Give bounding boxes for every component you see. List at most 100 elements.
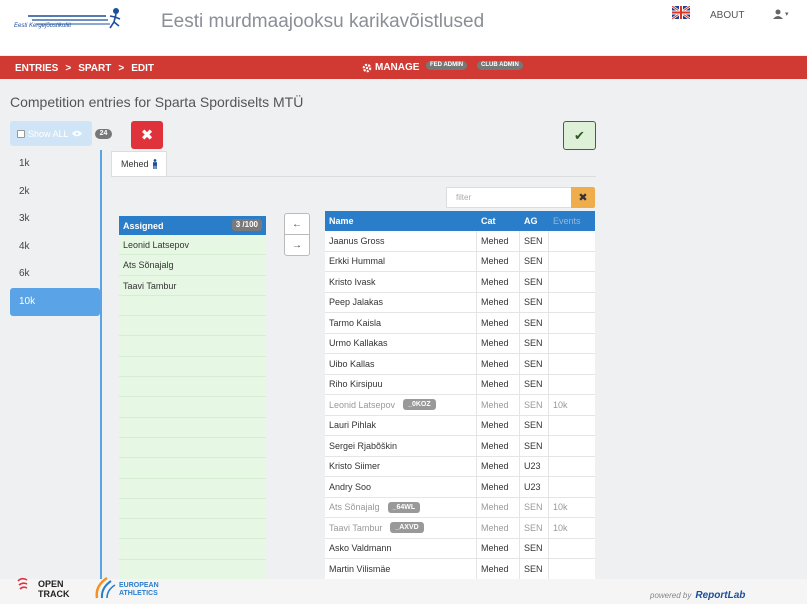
age-group-cell: SEN (520, 436, 549, 456)
table-row[interactable]: Leonid Latsepov _0KOZ Mehed SEN 10k (325, 395, 595, 416)
move-right-button[interactable]: → (285, 235, 309, 256)
table-row[interactable]: Peep Jalakas Mehed SEN (325, 292, 595, 313)
athlete-name-cell: Taavi Tambur _AXVD (325, 518, 477, 538)
tab-mehed[interactable]: Mehed (111, 151, 167, 176)
reportlab-brand[interactable]: ReportLab (695, 590, 745, 601)
about-link[interactable]: ABOUT (710, 10, 744, 21)
category-cell: Mehed (477, 497, 520, 517)
athlete-name-cell: Martin Vilismäe (325, 559, 477, 579)
table-row[interactable]: Kristo Ivask Mehed SEN (325, 272, 595, 293)
european-athletics-logo[interactable]: EUROPEAN ATHLETICS (93, 576, 173, 601)
assigned-row[interactable] (119, 296, 266, 317)
show-all-label: Show ALL (28, 128, 69, 139)
assigned-row[interactable] (119, 479, 266, 499)
assigned-row[interactable] (119, 357, 266, 378)
athlete-name: Andry Soo (329, 481, 372, 492)
assigned-row[interactable] (119, 316, 266, 337)
column-header-name[interactable]: Name (325, 216, 477, 226)
filter-input[interactable]: filter (446, 187, 571, 208)
table-row[interactable]: Tarmo Kaisla Mehed SEN (325, 313, 595, 334)
show-all-toggle[interactable]: Show ALL (10, 121, 92, 146)
breadcrumb-separator: > (118, 63, 125, 74)
confirm-button[interactable]: ✔ (563, 121, 596, 150)
athlete-name: Leonid Latsepov (329, 399, 396, 410)
table-row[interactable]: Taavi Tambur _AXVD Mehed SEN 10k (325, 518, 595, 539)
table-row[interactable]: Andry Soo Mehed U23 (325, 477, 595, 498)
table-row[interactable]: Jaanus Gross Mehed SEN (325, 231, 595, 252)
assigned-row[interactable]: Leonid Latsepov (119, 235, 266, 256)
assigned-row[interactable] (119, 438, 266, 459)
distance-item[interactable]: 4k (10, 233, 100, 261)
athlete-name-cell: Sergei Rjabõškin (325, 436, 477, 456)
column-header-ag[interactable]: AG (520, 216, 549, 226)
breadcrumb-edit[interactable]: EDIT (131, 63, 154, 74)
athlete-name-cell: Uibo Kallas (325, 354, 477, 374)
category-cell: Mehed (477, 538, 520, 558)
table-row[interactable]: Uibo Kallas Mehed SEN (325, 354, 595, 375)
athlete-name: Kristo Siimer (329, 461, 381, 472)
table-row[interactable]: Urmo Kallakas Mehed SEN (325, 333, 595, 354)
age-group-cell: SEN (520, 415, 549, 435)
age-group-cell: SEN (520, 538, 549, 558)
assigned-row[interactable]: Ats Sõnajalg (119, 255, 266, 276)
assigned-row[interactable] (119, 499, 266, 520)
distance-item[interactable]: 6k (10, 260, 100, 288)
assigned-row[interactable] (119, 377, 266, 398)
table-row[interactable]: Ats Sõnajalg _64WL Mehed SEN 10k (325, 497, 595, 518)
assigned-row[interactable] (119, 418, 266, 438)
category-cell: Mehed (477, 313, 520, 333)
column-header-cat[interactable]: Cat (477, 216, 520, 226)
distance-item-selected[interactable]: 10k (10, 287, 100, 316)
age-group-cell: SEN (520, 559, 549, 579)
user-menu[interactable]: ▾ (773, 9, 789, 19)
assigned-title: Assigned (123, 220, 164, 231)
table-row[interactable]: Martin Vilismäe Mehed SEN (325, 559, 595, 579)
category-cell: Mehed (477, 456, 520, 476)
assigned-row[interactable] (119, 336, 266, 357)
opentrack-logo[interactable]: OPEN TRACK (17, 577, 77, 599)
federation-logo[interactable] (26, 6, 122, 38)
distance-item[interactable]: 1k (10, 150, 100, 178)
table-row[interactable]: Riho Kirsipuu Mehed SEN (325, 374, 595, 395)
athlete-name-cell: Tarmo Kaisla (325, 313, 477, 333)
delete-button[interactable]: ✖ (131, 121, 163, 149)
distance-item[interactable]: 2k (10, 178, 100, 206)
table-row[interactable]: Asko Valdmann Mehed SEN (325, 538, 595, 559)
category-cell: Mehed (477, 272, 520, 292)
assigned-row[interactable] (119, 519, 266, 540)
athlete-name: Tarmo Kaisla (329, 317, 382, 328)
age-group-cell: SEN (520, 313, 549, 333)
assigned-row[interactable]: Taavi Tambur (119, 276, 266, 296)
column-header-events[interactable]: Events (549, 216, 595, 226)
page-title: Competition entries for Sparta Spordisel… (10, 94, 304, 110)
category-cell: Mehed (477, 415, 520, 435)
show-all-checkbox[interactable] (17, 129, 25, 138)
athlete-name: Lauri Pihlak (329, 420, 377, 431)
move-left-button[interactable]: ← (285, 214, 309, 235)
events-cell: 10k (553, 399, 568, 410)
breadcrumb-spart[interactable]: SPART (78, 63, 111, 74)
table-row[interactable]: Lauri Pihlak Mehed SEN (325, 415, 595, 436)
table-row[interactable]: Erkki Hummal Mehed SEN (325, 251, 595, 272)
table-row[interactable]: Sergei Rjabõškin Mehed SEN (325, 436, 595, 457)
assigned-row[interactable] (119, 397, 266, 418)
uk-flag-icon[interactable] (672, 6, 690, 19)
athlete-name-cell: Kristo Siimer (325, 456, 477, 476)
category-cell: Mehed (477, 518, 520, 538)
table-row[interactable]: Kristo Siimer Mehed U23 (325, 456, 595, 477)
age-group-cell: SEN (520, 497, 549, 517)
assigned-row[interactable] (119, 458, 266, 479)
clear-filter-button[interactable]: ✖ (571, 187, 595, 208)
site-title: Eesti murdmaajooksu karikavõistlused (161, 11, 485, 32)
breadcrumb-entries[interactable]: ENTRIES (15, 63, 58, 74)
athlete-name: Kristo Ivask (329, 276, 376, 287)
category-cell: Mehed (477, 292, 520, 312)
athlete-name-cell: Lauri Pihlak (325, 415, 477, 435)
user-icon (773, 9, 783, 19)
manage-menu[interactable]: MANAGE (362, 62, 419, 73)
athlete-name: Peep Jalakas (329, 297, 384, 308)
assigned-row[interactable] (119, 539, 266, 560)
distance-item[interactable]: 3k (10, 205, 100, 233)
fed-admin-badge: FED ADMIN (426, 61, 468, 70)
category-cell: Mehed (477, 559, 520, 579)
